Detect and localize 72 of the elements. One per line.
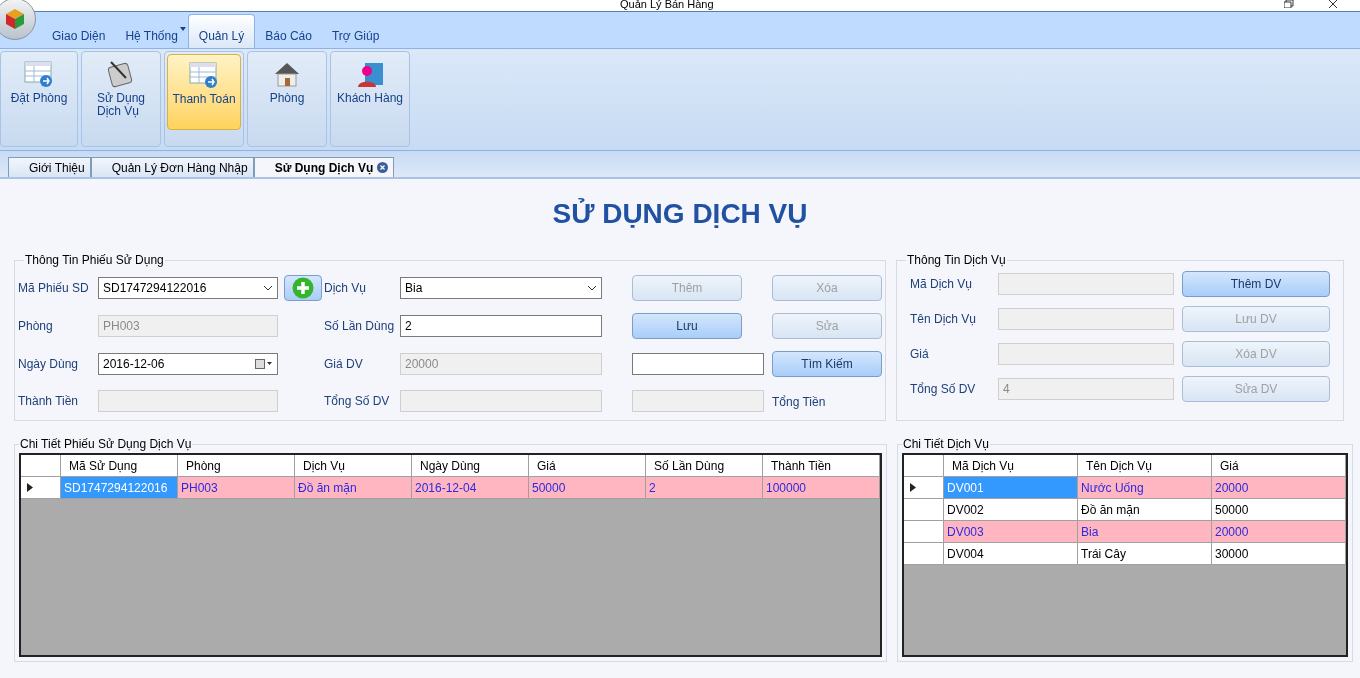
close-icon[interactable] — [1328, 0, 1338, 8]
table-cell: SD1747294122016 — [61, 477, 178, 499]
field-label: Tổng Số DV — [910, 381, 977, 398]
person-folder-icon — [355, 60, 385, 88]
table-cell: 20000 — [1212, 521, 1346, 543]
table-cell: Trái Cây — [1078, 543, 1212, 565]
ribbon-tab[interactable]: Hệ Thống — [115, 14, 188, 48]
action-button[interactable]: Thêm DV — [1182, 271, 1330, 297]
group-title: Thông Tin Dịch Vụ — [906, 252, 1007, 269]
field-label: Tên Dịch Vụ — [910, 311, 978, 328]
ribbon-tab[interactable]: Trợ Giúp — [321, 14, 390, 48]
table-cell: Bia — [1078, 521, 1212, 543]
date-field[interactable]: 2016-12-06 — [98, 353, 278, 375]
field-label: Mã Phiếu SD — [18, 280, 90, 297]
spreadsheet-icon — [189, 61, 219, 89]
field-label: Phòng — [18, 318, 54, 335]
document-tab[interactable]: Quản Lý Đơn Hàng Nhập — [90, 157, 254, 177]
table-cell: DV001 — [944, 477, 1078, 499]
search-field[interactable] — [632, 353, 764, 375]
plus-icon — [292, 277, 314, 299]
chevron-down-icon — [263, 285, 273, 291]
field-label: Thành Tiền — [18, 393, 80, 410]
input-field[interactable]: 2 — [400, 315, 602, 337]
window-title: Quản Lý Bán Hàng — [620, 0, 714, 10]
app-menu-button[interactable] — [0, 0, 36, 40]
chevron-down-icon — [587, 285, 597, 291]
action-button[interactable]: Tìm Kiếm — [772, 351, 882, 377]
add-button[interactable] — [284, 275, 322, 301]
document-tab[interactable]: Giới Thiệu — [8, 157, 91, 177]
table-cell: 50000 — [1212, 499, 1346, 521]
table-cell: 100000 — [763, 477, 880, 499]
row-pointer-icon — [27, 483, 33, 492]
ribbon-tab[interactable]: Quản Lý — [187, 14, 256, 48]
table-cell: DV002 — [944, 499, 1078, 521]
document-tab[interactable]: Sử Dụng Dịch Vụ — [253, 157, 395, 177]
ribbon-tab[interactable]: Giao Diện — [42, 14, 116, 48]
row-header[interactable] — [904, 477, 944, 499]
group-title: Thông Tin Phiếu Sử Dụng — [24, 252, 165, 269]
table-cell: DV004 — [944, 543, 1078, 565]
table-cell: Đồ ăn mặn — [1078, 499, 1212, 521]
field-label: Giá DV — [324, 356, 364, 373]
ribbon-tab[interactable]: Báo Cáo — [255, 14, 322, 48]
action-button[interactable]: Lưu — [632, 313, 742, 339]
table-cell: PH003 — [178, 477, 295, 499]
table-cell: Đồ ăn mặn — [295, 477, 412, 499]
dropdown-field[interactable]: SD1747294122016 — [98, 277, 278, 299]
row-pointer-icon — [910, 483, 916, 492]
restore-icon[interactable] — [1284, 0, 1294, 8]
field-label: Tổng Số DV — [324, 393, 391, 410]
field-label: Số Lần Dùng — [324, 318, 396, 335]
table-cell: DV003 — [944, 521, 1078, 543]
table-cell: 2 — [646, 477, 763, 499]
table-cell: Nước Uống — [1078, 477, 1212, 499]
dropdown-field[interactable]: Bia — [400, 277, 602, 299]
spreadsheet-icon — [24, 60, 54, 88]
table-cell: 50000 — [529, 477, 646, 499]
close-icon[interactable] — [377, 162, 389, 173]
field-label: Giá — [910, 346, 930, 363]
ribbon-button[interactable]: Thanh Toán — [167, 54, 241, 130]
calendar-dropdown-icon — [255, 359, 273, 369]
total-label: Tổng Tiền — [772, 395, 826, 409]
cube-logo-icon — [3, 7, 27, 31]
field-label: Ngày Dùng — [18, 356, 80, 373]
group-title: Chi Tiết Phiếu Sử Dụng Dịch Vụ — [19, 436, 193, 453]
page-heading: SỬ DỤNG DỊCH VỤ — [551, 197, 809, 231]
table-cell: 30000 — [1212, 543, 1346, 565]
row-header[interactable] — [21, 477, 61, 499]
field-label: Dịch Vụ — [324, 280, 368, 297]
group-title: Chi Tiết Dịch Vụ — [902, 436, 991, 453]
table-cell: 20000 — [1212, 477, 1346, 499]
field-label: Mã Dịch Vụ — [910, 276, 974, 293]
table-cell: 2016-12-04 — [412, 477, 529, 499]
